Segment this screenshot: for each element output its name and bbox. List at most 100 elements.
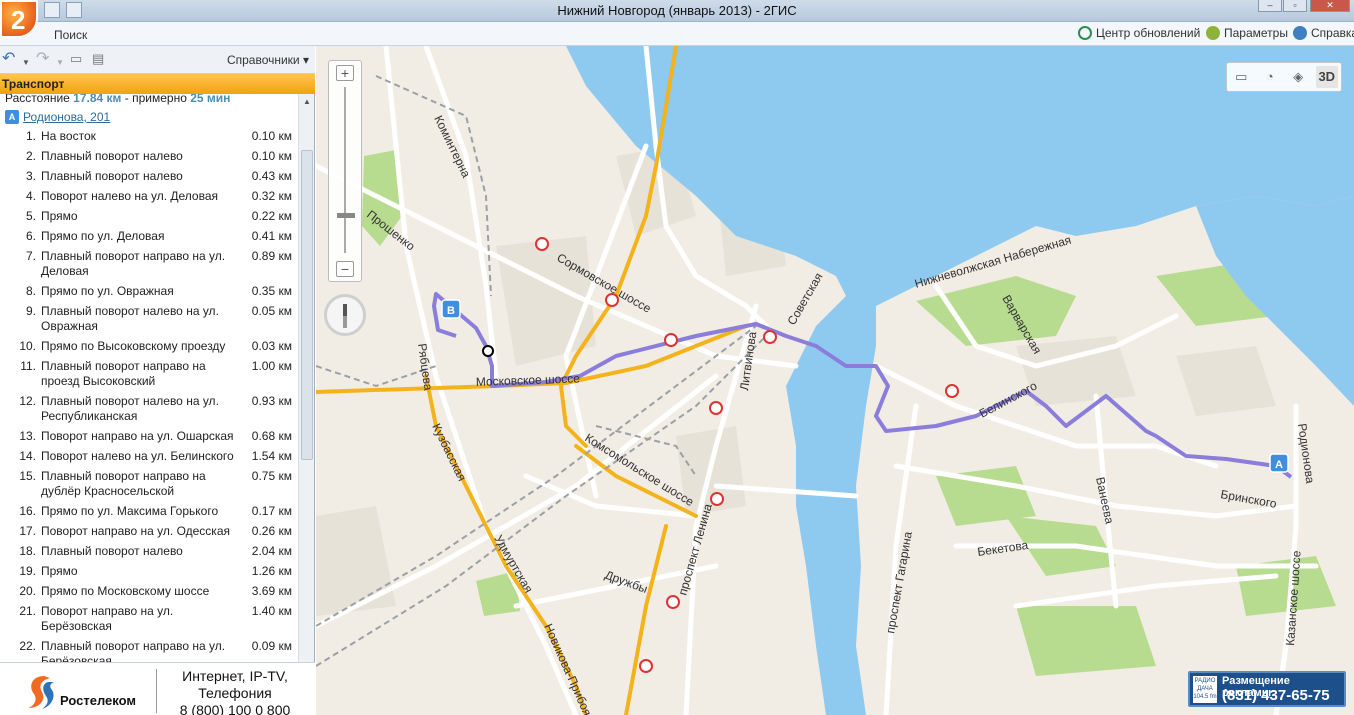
zoom-slider-thumb[interactable] (337, 213, 355, 218)
street-label-sovetskaya: Советская (784, 270, 825, 327)
scroll-up-icon[interactable]: ▲ (300, 95, 314, 109)
route-step-distance: 0.43 км (251, 169, 292, 183)
ad-text: Интернет, IP-TV, Телефония 8 (800) 100 0… (179, 668, 291, 715)
route-step-number: 11. (20, 359, 36, 373)
radio-logo-icon: РАДИО ДАЧА 104.5 fm (1193, 676, 1217, 703)
update-center-button[interactable]: Центр обновлений (1078, 26, 1200, 40)
forward-dropdown-icon[interactable]: ▼ (56, 55, 64, 71)
route-step-text: Плавный поворот налево (41, 149, 183, 163)
svg-text:A: A (1275, 459, 1283, 471)
3d-button[interactable]: 3D (1315, 66, 1338, 88)
route-step-text: Плавный поворот налево на ул. Овражная (41, 304, 219, 333)
radius-icon[interactable]: ◔ (1259, 66, 1281, 88)
street-label-gagarina: проспект Гагарина (883, 530, 915, 634)
route-start[interactable]: A Родионова, 201 (5, 110, 110, 124)
map-canvas[interactable]: Коминтерна Прошенко Рябцева Сормовское ш… (316, 46, 1354, 715)
minimize-button[interactable]: – (1258, 0, 1282, 12)
help-icon (1293, 26, 1307, 40)
back-dropdown-icon[interactable]: ▼ (22, 55, 30, 71)
route-step-text: Поворот налево на ул. Белинского (41, 449, 234, 463)
route-step-text: Прямо по ул. Овражная (41, 284, 174, 298)
route-step-text: Прямо по ул. Деловая (41, 229, 165, 243)
advertising-banner[interactable]: РАДИО ДАЧА 104.5 fm Размещение рекламы: … (1188, 671, 1346, 707)
route-step-text: Поворот налево на ул. Деловая (41, 189, 219, 203)
compass-icon[interactable] (324, 294, 366, 336)
ruler-icon[interactable]: ▭ (1230, 66, 1252, 88)
street-label-brinskogo: Бринского (1219, 487, 1278, 511)
route-step-number: 2. (25, 149, 36, 163)
route-list: Расстояние 17.84 км - примерно 25 мин A … (0, 94, 298, 708)
route-step-distance: 0.41 км (251, 229, 292, 243)
route-step-text: На восток (41, 129, 96, 143)
svg-text:B: B (447, 305, 455, 317)
route-step-text: Прямо по ул. Максима Горького (41, 504, 219, 518)
expand-icon[interactable]: ▤ (92, 51, 104, 67)
route-step-text: Плавный поворот направо на ул. Деловая (41, 249, 226, 278)
scrollbar[interactable]: ▲ ▼ (298, 94, 314, 708)
route-step-distance: 0.35 км (251, 284, 292, 298)
route-step-distance: 1.00 км (251, 359, 292, 373)
route-step-distance: 0.75 км (251, 469, 292, 483)
nav-toolbar: ↶ ▼ ↷ ▼ ▭ ▤ Справочники ▾ (0, 46, 315, 74)
forward-icon[interactable]: ↷ (36, 51, 49, 67)
route-step-distance: 0.10 км (251, 129, 292, 143)
route-step-distance: 0.93 км (251, 394, 292, 408)
banner-phone: (831) 437-65-75 (1222, 687, 1330, 704)
route-step-number: 14. (19, 449, 36, 463)
route-step-number: 15. (19, 469, 36, 483)
route-step-distance: 0.68 км (251, 429, 292, 443)
route-step-text: Плавный поворот налево на ул. Республика… (41, 394, 219, 423)
layers-icon[interactable]: ◈ (1287, 66, 1309, 88)
rostelecom-name: Ростелеком (60, 693, 136, 708)
update-center-label: Центр обновлений (1096, 26, 1201, 40)
rostelecom-ad[interactable]: Ростелеком Интернет, IP-TV, Телефония 8 … (0, 662, 315, 715)
map-tools: ▭ ◔ ◈ 3D (1226, 62, 1342, 92)
parameters-button[interactable]: Параметры (1206, 26, 1288, 40)
refresh-icon (1078, 26, 1092, 40)
zoom-slider[interactable] (344, 87, 346, 253)
route-step-number: 3. (25, 169, 36, 183)
route-duration: 25 мин (190, 94, 231, 105)
search-tab[interactable]: Поиск (54, 28, 87, 42)
start-marker-icon: A (5, 110, 19, 124)
route-step-number: 17. (19, 524, 36, 538)
collapse-icon[interactable]: ▭ (70, 51, 82, 67)
route-step-text: Прямо по Высоковскому проезду (41, 339, 226, 353)
route-step-number: 1. (25, 129, 36, 143)
route-step-number: 13. (19, 429, 36, 443)
zoom-out-button[interactable]: − (336, 261, 354, 277)
route-step-distance: 1.40 км (251, 604, 292, 618)
route-step-distance: 1.26 км (251, 564, 292, 578)
route-step-distance: 2.04 км (251, 544, 292, 558)
street-label-beketova: Бекетова (976, 538, 1029, 559)
scroll-thumb[interactable] (301, 150, 313, 460)
route-step-distance: 3.69 км (251, 584, 292, 598)
maximize-button[interactable]: ▫ (1283, 0, 1307, 12)
parameters-label: Параметры (1224, 26, 1288, 40)
route-step-text: Прямо (41, 564, 78, 578)
menu-bar: Поиск Центр обновлений Параметры Справка (0, 22, 1354, 46)
zoom-in-button[interactable]: + (336, 65, 354, 81)
directories-dropdown[interactable]: Справочники ▾ (227, 53, 309, 67)
map-view[interactable]: Коминтерна Прошенко Рябцева Сормовское ш… (316, 46, 1354, 715)
ad-divider (156, 669, 157, 713)
route-step-number: 19. (19, 564, 36, 578)
start-address-link[interactable]: Родионова, 201 (23, 110, 110, 124)
back-icon[interactable]: ↶ (2, 51, 15, 67)
route-step-text: Прямо (41, 209, 78, 223)
street-label-druzhby: Дружбы (603, 568, 650, 596)
route-distance: 17.84 км (73, 94, 122, 105)
route-step-text: Плавный поворот направо на проезд Высоко… (41, 359, 206, 388)
close-button[interactable]: ✕ (1310, 0, 1350, 12)
help-button[interactable]: Справка (1293, 26, 1354, 40)
zoom-control: + − (328, 60, 362, 282)
route-end-marker[interactable]: B (441, 299, 461, 319)
route-start-marker[interactable]: A (1269, 453, 1289, 473)
route-step-number: 21. (19, 604, 36, 618)
route-step-number: 18. (19, 544, 36, 558)
route-step-distance: 0.03 км (251, 339, 292, 353)
route-step-number: 10. (19, 339, 36, 353)
route-step-number: 4. (25, 189, 36, 203)
route-step-number: 6. (25, 229, 36, 243)
gear-icon (1206, 26, 1220, 40)
